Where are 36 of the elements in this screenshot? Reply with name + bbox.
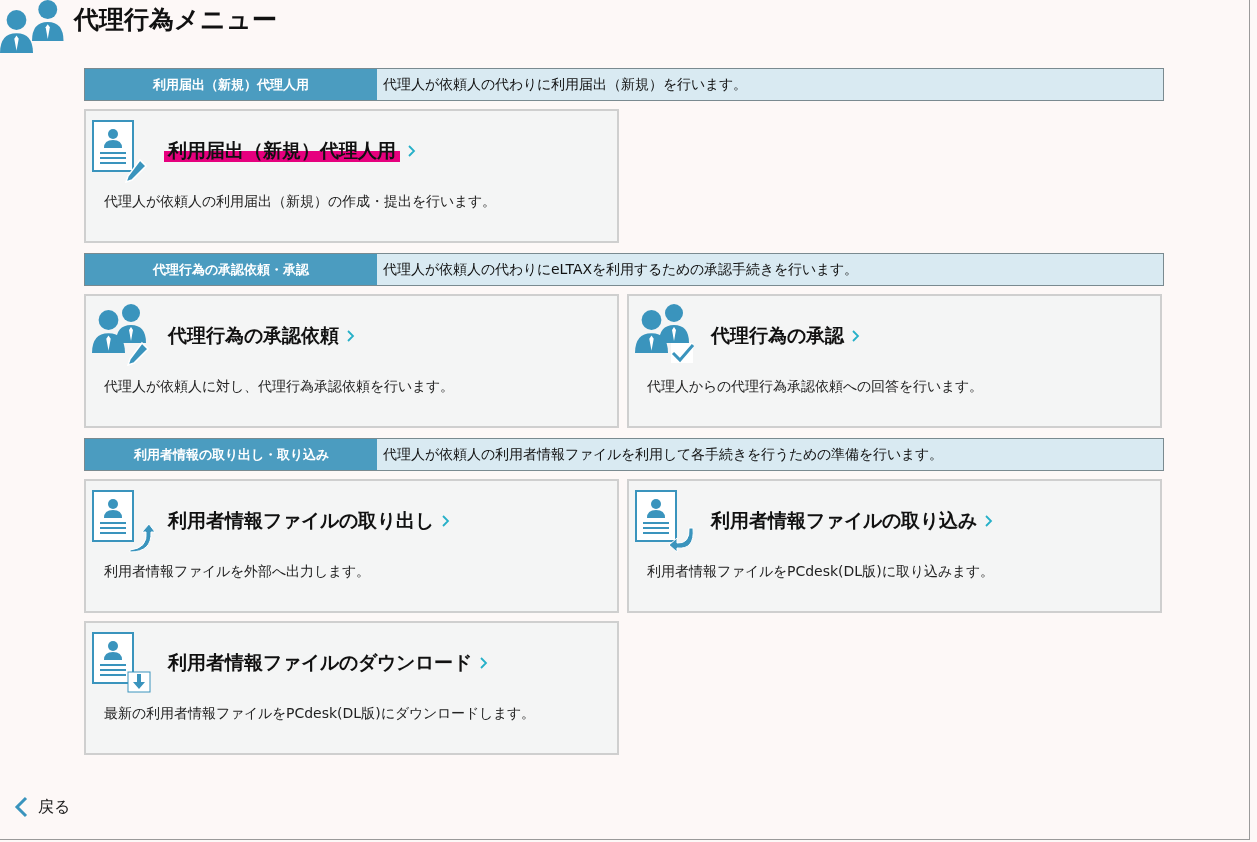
menu-card[interactable]: 利用届出（新規）代理人用 代理人が依頼人の利用届出（新規）の作成・提出を行います。 xyxy=(84,109,619,243)
page-title: 代理行為メニュー xyxy=(74,3,277,36)
chevron-right-icon xyxy=(480,657,488,669)
card-description: 利用者情報ファイルをPCdesk(DL版)に取り込みます。 xyxy=(647,562,995,581)
section-description: 代理人が依頼人の代わりにeLTAXを利用するための承認手続きを行います。 xyxy=(377,254,1163,285)
chevron-right-icon xyxy=(442,515,450,527)
card-title: 代理行為の承認依頼 xyxy=(166,323,339,348)
card-title: 利用届出（新規）代理人用 xyxy=(164,138,400,164)
chevron-right-icon xyxy=(852,330,860,342)
card-description: 代理人が依頼人に対し、代理行為承認依頼を行います。 xyxy=(104,377,455,396)
card-description: 代理人が依頼人の利用届出（新規）の作成・提出を行います。 xyxy=(104,192,497,211)
card-title: 利用者情報ファイルのダウンロード xyxy=(166,650,472,675)
card-description: 利用者情報ファイルを外部へ出力します。 xyxy=(104,562,371,581)
chevron-right-icon xyxy=(408,145,416,157)
section-label: 利用者情報の取り出し・取り込み xyxy=(85,439,377,470)
section-description: 代理人が依頼人の代わりに利用届出（新規）を行います。 xyxy=(377,69,1163,100)
chevron-right-icon xyxy=(347,330,355,342)
back-label[interactable]: 戻る xyxy=(38,796,70,818)
section-description: 代理人が依頼人の利用者情報ファイルを利用して各手続きを行うための準備を行います。 xyxy=(377,439,1163,470)
people-icon xyxy=(0,0,66,53)
document-arrow-icon xyxy=(90,488,156,554)
chevron-right-icon xyxy=(985,515,993,527)
card-title: 代理行為の承認 xyxy=(709,323,844,348)
section-label: 代理行為の承認依頼・承認 xyxy=(85,254,377,285)
card-description: 最新の利用者情報ファイルをPCdesk(DL版)にダウンロードします。 xyxy=(104,704,536,723)
back-link[interactable]: 戻る xyxy=(14,796,70,818)
menu-card[interactable]: 利用者情報ファイルのダウンロード 最新の利用者情報ファイルをPCdesk(DL版)にダウンロードします。 xyxy=(84,621,619,755)
menu-card[interactable]: 代理行為の承認依頼 代理人が依頼人に対し、代理行為承認依頼を行います。 xyxy=(84,294,619,428)
card-title: 利用者情報ファイルの取り込み xyxy=(709,508,977,533)
chevron-left-icon xyxy=(14,796,28,818)
card-title: 利用者情報ファイルの取り出し xyxy=(166,508,434,533)
menu-card[interactable]: 利用者情報ファイルの取り出し 利用者情報ファイルを外部へ出力します。 xyxy=(84,479,619,613)
menu-card[interactable]: 代理行為の承認 代理人からの代理行為承認依頼への回答を行います。 xyxy=(627,294,1162,428)
section-label: 利用届出（新規）代理人用 xyxy=(85,69,377,100)
menu-card[interactable]: 利用者情報ファイルの取り込み 利用者情報ファイルをPCdesk(DL版)に取り込みます。 xyxy=(627,479,1162,613)
card-description: 代理人からの代理行為承認依頼への回答を行います。 xyxy=(647,377,984,396)
